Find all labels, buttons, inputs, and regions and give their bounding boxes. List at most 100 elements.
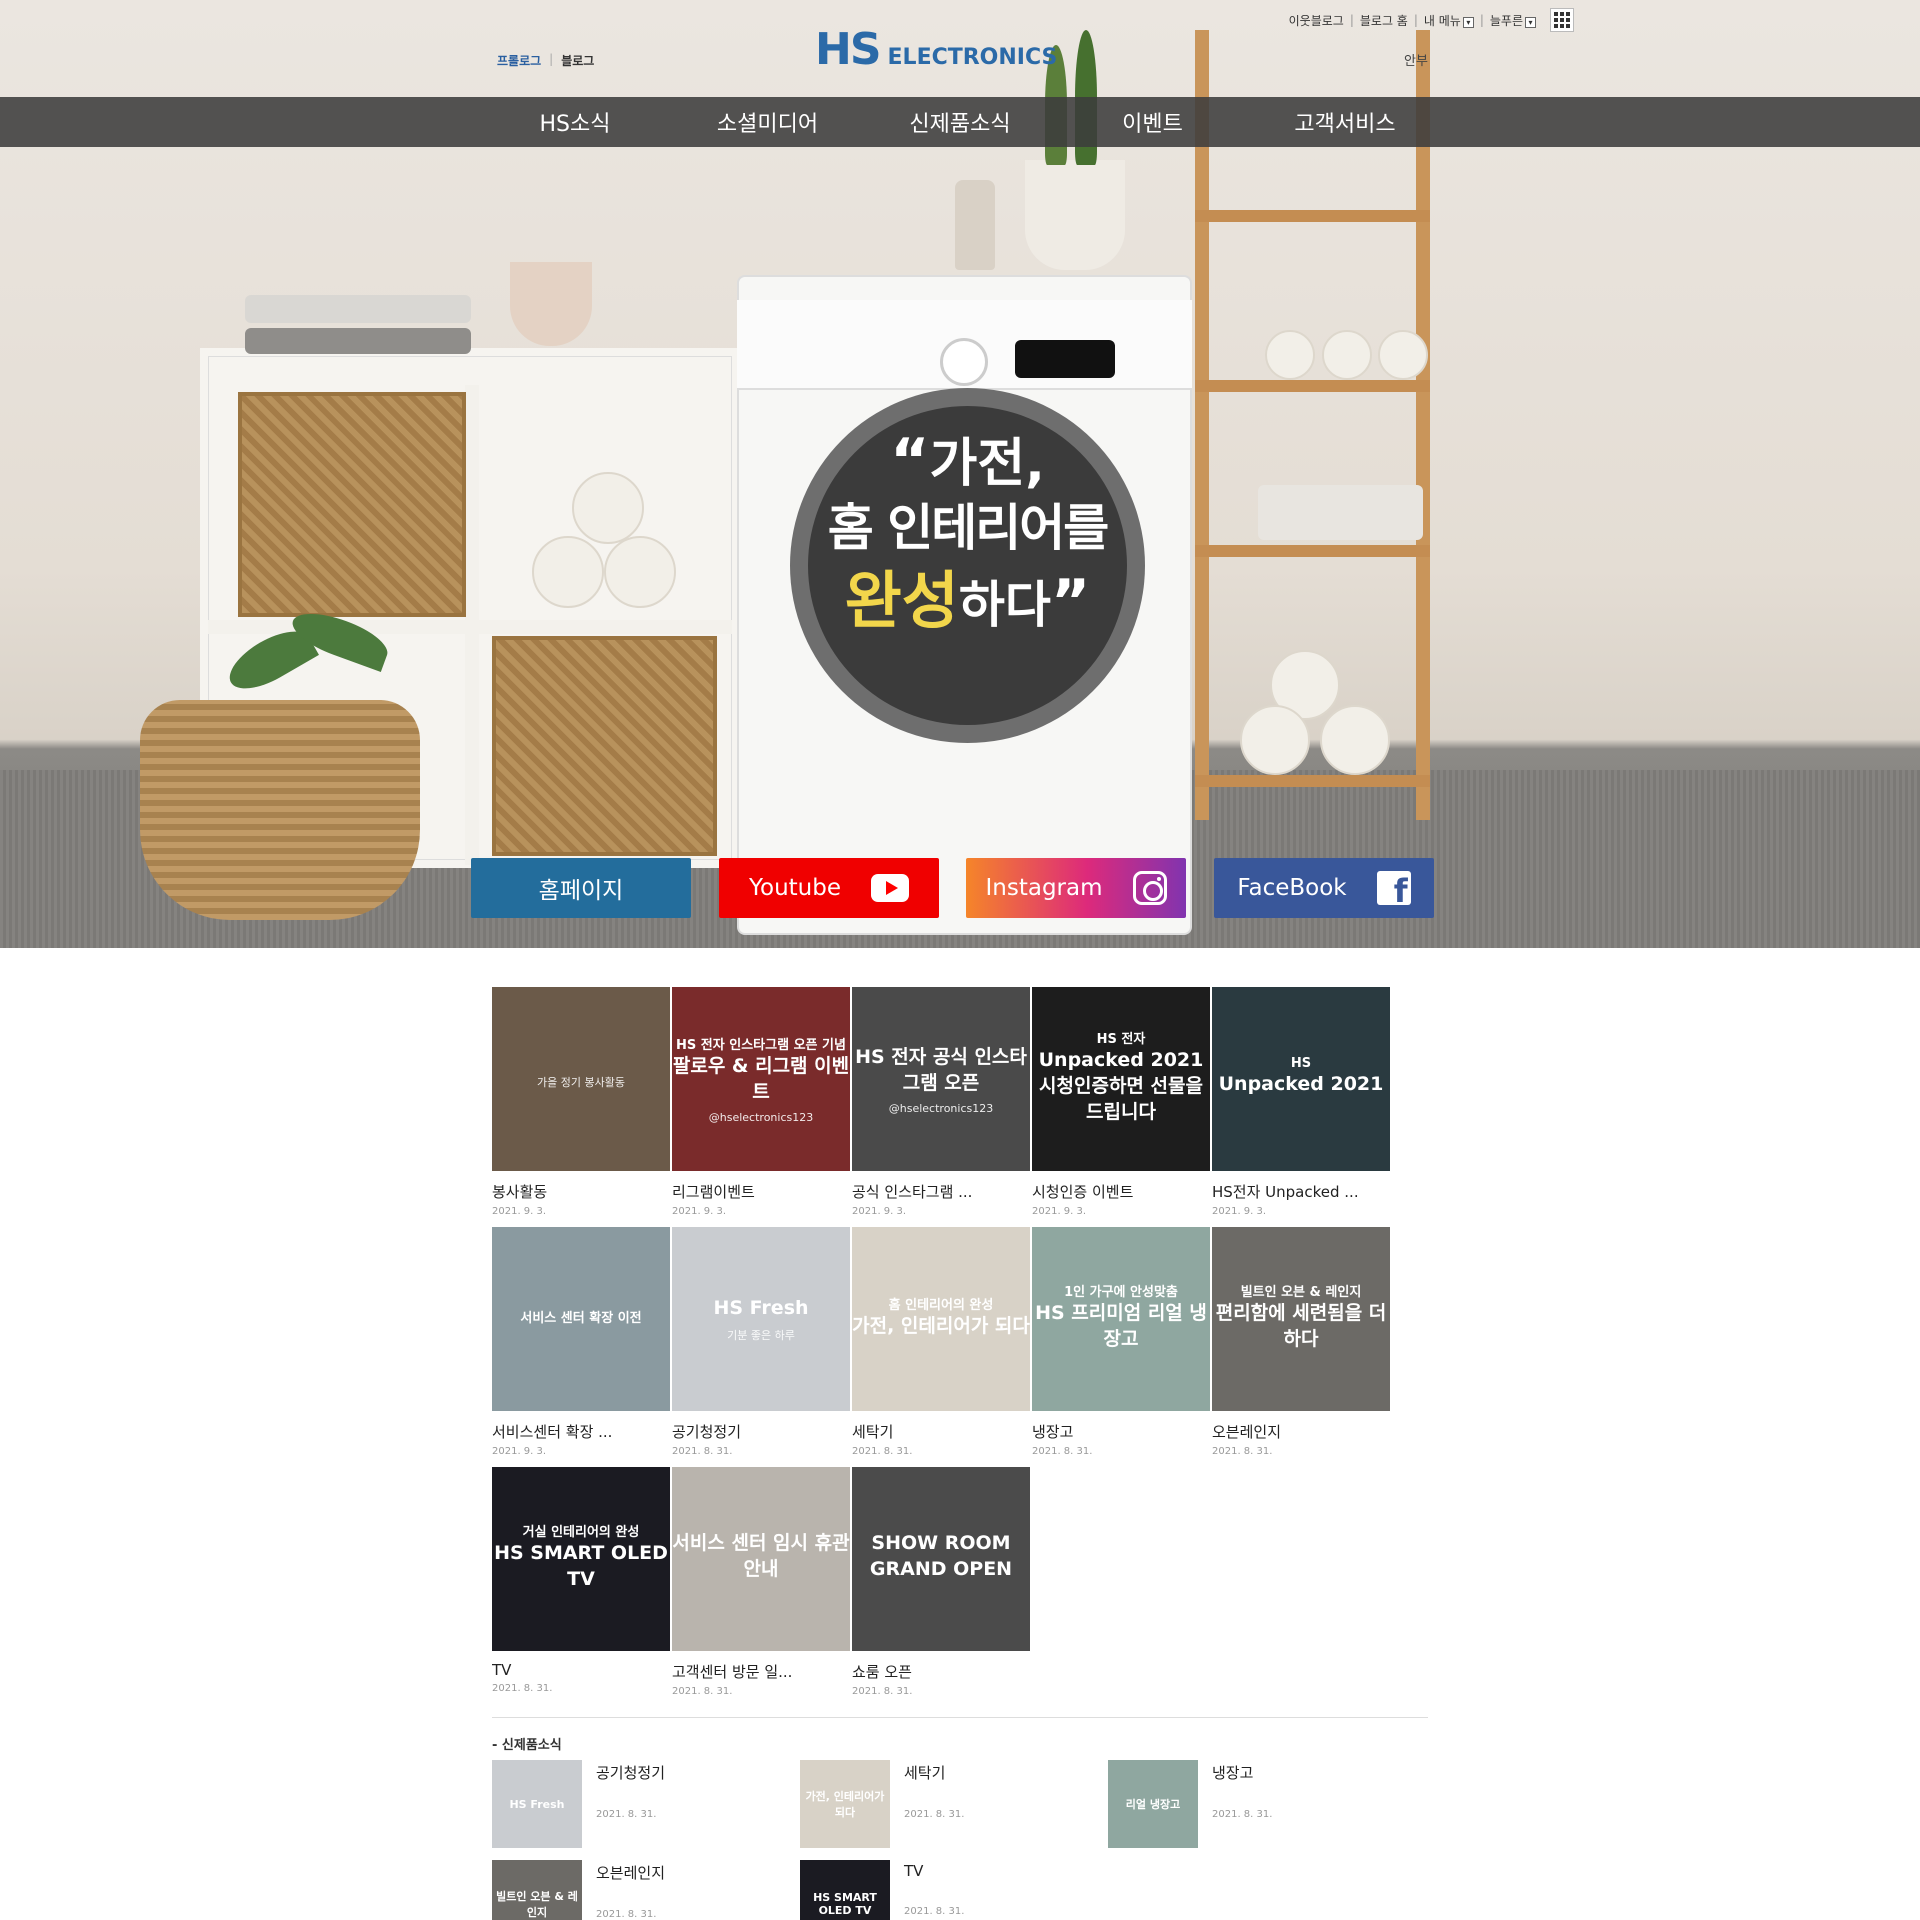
post-thumbnail[interactable]: SHOW ROOM GRAND OPEN [852,1467,1030,1651]
user-menu-dropdown[interactable]: 늘푸른 ▾ [1490,12,1536,29]
nav-item-customer-service[interactable]: 고객서비스 [1250,106,1440,138]
nav-item-new-products[interactable]: 신제품소식 [865,106,1055,138]
post-thumbnail[interactable]: HS 전자 인스타그램 오픈 기념 팔로우 & 리그램 이벤트 @hselectro… [672,987,850,1171]
new-product-name[interactable]: 공기청정기 [596,1762,665,1783]
plant-pot [1025,160,1125,270]
post-thumbnail[interactable]: 서비스 센터 확장 이전 [492,1227,670,1411]
post-title[interactable]: 세탁기 [852,1421,1030,1442]
washer-dial [940,338,988,386]
thumbnail-caption: HS 전자 [1096,1031,1146,1047]
guestbook-link[interactable]: 안부 [1404,50,1428,69]
post-title[interactable]: 리그램이벤트 [672,1181,850,1202]
new-product-date: 2021. 8. 31. [904,1809,965,1820]
post-card[interactable]: 1인 가구에 안성맞춤 HS 프리미엄 리얼 냉장고냉장고 2021. 8. 31. [1032,1227,1210,1457]
youtube-label: Youtube [749,875,841,901]
post-thumbnail[interactable]: HS 전자 공식 인스타그램 오픈 @hselectronics123 [852,987,1030,1171]
thumbnail-caption: 편리함에 세련됨을 더하다 [1215,1301,1387,1350]
new-product-thumbnail[interactable]: HS SMART OLED TV [800,1860,890,1920]
post-thumbnail[interactable]: HS 전자 Unpacked 2021 시청인증하면 선물을 드립니다 [1032,987,1210,1171]
homepage-button[interactable]: 홈페이지 [471,858,691,918]
hero-slogan: “가전, 홈 인테리어를 완성하다” [790,430,1145,645]
new-product-item[interactable]: HS Fresh 공기청정기 2021. 8. 31. [492,1760,665,1848]
nav-item-social-media[interactable]: 소셜미디어 [673,106,863,138]
apps-grid-icon[interactable] [1550,8,1574,32]
new-product-thumbnail[interactable]: HS Fresh [492,1760,582,1848]
youtube-button[interactable]: Youtube [719,858,939,918]
post-title[interactable]: HS전자 Unpacked ... [1212,1181,1390,1202]
post-date: 2021. 8. 31. [1032,1446,1093,1457]
post-title[interactable]: 서비스센터 확장 ... [492,1421,670,1442]
post-title[interactable]: 고객센터 방문 일... [672,1661,850,1682]
post-thumbnail[interactable]: 홈 인테리어의 완성 가전, 인테리어가 되다 [852,1227,1030,1411]
new-product-thumbnail[interactable]: 리얼 냉장고 [1108,1760,1198,1848]
blog-links: 프롤로그 | 블로그 [497,52,594,69]
post-card[interactable]: 거실 인테리어의 완성 HS SMART OLED TV TV 2021. 8. 31… [492,1467,670,1694]
post-thumbnail[interactable]: HS Unpacked 2021 [1212,987,1390,1171]
post-date: 2021. 9. 3. [492,1206,547,1217]
toilet-roll [1378,330,1428,380]
new-product-item[interactable]: 리얼 냉장고 냉장고 2021. 8. 31. [1108,1760,1272,1848]
new-product-name[interactable]: TV [904,1862,964,1880]
new-product-name[interactable]: 세탁기 [904,1762,964,1783]
blog-home-link[interactable]: 블로그 홈 [1360,12,1408,29]
post-thumbnail[interactable]: 빌트인 오븐 & 레인지 편리함에 세련됨을 더하다 [1212,1227,1390,1411]
new-product-item[interactable]: HS SMART OLED TV TV 2021. 8. 31. [800,1860,964,1920]
facebook-button[interactable]: FaceBook f [1214,858,1434,918]
washer-display [1015,340,1115,378]
post-title[interactable]: 냉장고 [1032,1421,1210,1442]
thumbnail-caption: 홈 인테리어의 완성 [888,1297,994,1313]
slogan-line-3: 하다 [958,576,1051,634]
post-thumbnail[interactable]: 1인 가구에 안성맞춤 HS 프리미엄 리얼 냉장고 [1032,1227,1210,1411]
post-title[interactable]: 시청인증 이벤트 [1032,1181,1210,1202]
new-product-date: 2021. 8. 31. [904,1906,965,1917]
thumbnail-caption: @hselectronics123 [888,1101,994,1115]
prologue-link[interactable]: 프롤로그 [497,52,541,69]
post-card[interactable]: HS 전자 Unpacked 2021 시청인증하면 선물을 드립니다시청인증 이… [1032,987,1210,1217]
post-title[interactable]: 쇼룸 오픈 [852,1661,1030,1682]
new-product-info: TV 2021. 8. 31. [904,1860,964,1920]
post-card[interactable]: HS Fresh 기분 좋은 하루 공기청정기 2021. 8. 31. [672,1227,850,1457]
post-card[interactable]: 홈 인테리어의 완성 가전, 인테리어가 되다 세탁기 2021. 8. 31. [852,1227,1030,1457]
post-thumbnail[interactable]: 거실 인테리어의 완성 HS SMART OLED TV [492,1467,670,1651]
nav-item-events[interactable]: 이벤트 [1058,106,1248,138]
post-card[interactable]: 서비스 센터 확장 이전 서비스센터 확장 ... 2021. 9. 3. [492,1227,670,1457]
site-logo[interactable]: HS ELECTRONICS [815,28,1057,72]
post-card[interactable]: 가을 정기 봉사활동봉사활동 2021. 9. 3. [492,987,670,1217]
homepage-label: 홈페이지 [538,878,624,904]
new-product-name[interactable]: 오븐레인지 [596,1862,665,1883]
post-card[interactable]: SHOW ROOM GRAND OPEN 쇼룸 오픈 2021. 8. 31. [852,1467,1030,1697]
nav-item-hs-news[interactable]: HS소식 [480,106,670,138]
thumbnail-caption: 빌트인 오븐 & 레인지 [1240,1284,1362,1300]
blog-link[interactable]: 블로그 [561,52,594,69]
thumbnail-caption: Unpacked 2021 시청인증하면 선물을 드립니다 [1038,1048,1204,1123]
post-title[interactable]: TV [492,1661,670,1679]
new-product-name[interactable]: 냉장고 [1212,1762,1272,1783]
post-card[interactable]: HS 전자 인스타그램 오픈 기념 팔로우 & 리그램 이벤트 @hselectro… [672,987,850,1217]
new-product-thumbnail[interactable]: 빌트인 오븐 & 레인지 [492,1860,582,1920]
neighbor-blog-link[interactable]: 이웃블로그 [1289,12,1344,29]
my-menu-dropdown[interactable]: 내 메뉴 ▾ [1424,12,1474,29]
facebook-label: FaceBook [1237,875,1347,901]
wicker-basket [238,392,466,617]
post-card[interactable]: HS Unpacked 2021 HS전자 Unpacked ... 2021. 9.… [1212,987,1390,1217]
new-product-item[interactable]: 빌트인 오븐 & 레인지 오븐레인지 2021. 8. 31. [492,1860,665,1920]
logo-text: ELECTRONICS [887,45,1058,70]
toilet-roll [1320,705,1390,775]
new-product-thumbnail[interactable]: 가전, 인테리어가 되다 [800,1760,890,1848]
post-thumbnail[interactable]: 가을 정기 봉사활동 [492,987,670,1171]
thumbnail-caption: 서비스 센터 임시 휴관 안내 [672,1532,850,1580]
new-product-item[interactable]: 가전, 인테리어가 되다 세탁기 2021. 8. 31. [800,1760,964,1848]
post-thumbnail[interactable]: HS Fresh 기분 좋은 하루 [672,1227,850,1411]
thumbnail-caption: 거실 인테리어의 완성 [522,1524,640,1540]
thumbnail-caption: HS 프리미엄 리얼 냉장고 [1035,1301,1207,1350]
post-card[interactable]: HS 전자 공식 인스타그램 오픈 @hselectronics123 공식 인스타… [852,987,1030,1217]
post-card[interactable]: 서비스 센터 임시 휴관 안내 고객센터 방문 일... 2021. 8. 31. [672,1467,850,1697]
post-title[interactable]: 공기청정기 [672,1421,850,1442]
post-title[interactable]: 봉사활동 [492,1181,670,1202]
post-title[interactable]: 오븐레인지 [1212,1421,1390,1442]
instagram-button[interactable]: Instagram [966,858,1186,918]
post-title[interactable]: 공식 인스타그램 ... [852,1181,1030,1202]
toilet-roll [1240,705,1310,775]
post-thumbnail[interactable]: 서비스 센터 임시 휴관 안내 [672,1467,850,1651]
post-card[interactable]: 빌트인 오븐 & 레인지 편리함에 세련됨을 더하다 오븐레인지 2021. 8. 3… [1212,1227,1390,1457]
